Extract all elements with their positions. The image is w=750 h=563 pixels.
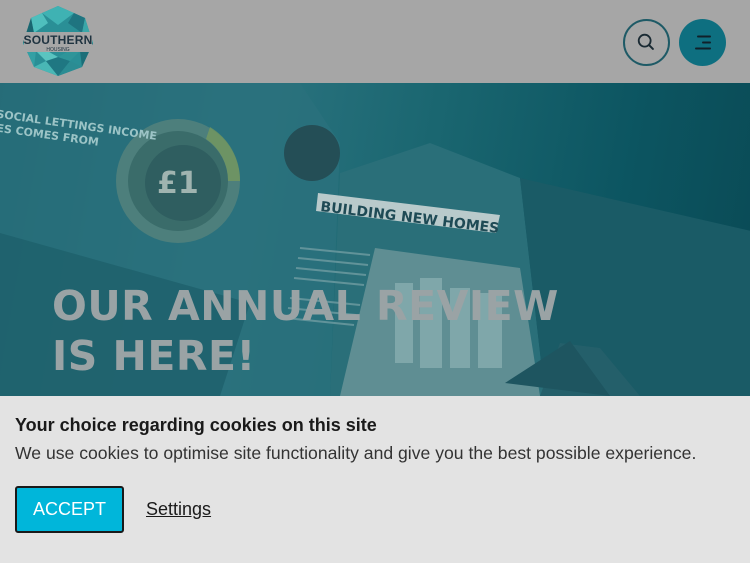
search-button[interactable] <box>623 19 670 66</box>
hero-title: OUR ANNUAL REVIEW IS HERE! <box>52 282 559 380</box>
menu-icon <box>695 35 711 50</box>
cookie-banner-text: We use cookies to optimise site function… <box>15 443 697 463</box>
cookie-banner-title: Your choice regarding cookies on this si… <box>15 415 377 435</box>
accept-cookies-button[interactable]: ACCEPT <box>15 486 124 533</box>
search-icon <box>637 33 654 50</box>
site-header: SOUTHERN HOUSING <box>0 0 750 83</box>
southern-housing-logo[interactable]: SOUTHERN HOUSING <box>22 5 94 77</box>
logo-text: SOUTHERN <box>23 33 93 47</box>
cookie-banner: Your choice regarding cookies on this si… <box>0 396 750 563</box>
logo-subtext: HOUSING <box>46 47 70 53</box>
menu-button[interactable] <box>679 19 726 66</box>
coin-label: £1 <box>157 166 199 201</box>
hero-banner[interactable]: £1 SOCIAL LETTINGS INCOME ES COMES FROM … <box>0 83 750 396</box>
cookie-settings-link[interactable]: Settings <box>146 499 211 520</box>
